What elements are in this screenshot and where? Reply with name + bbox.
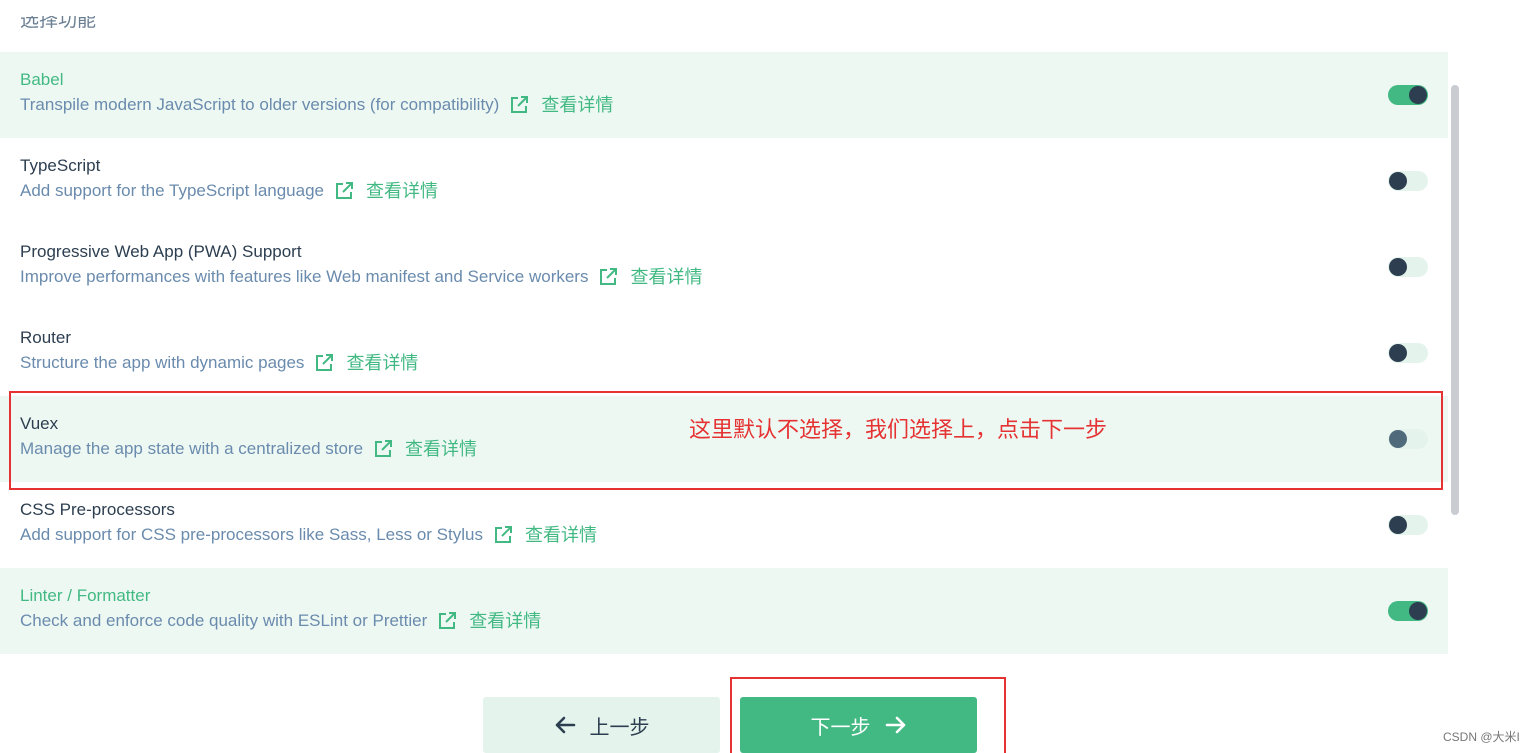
external-link-icon[interactable] (509, 95, 529, 115)
arrow-right-icon (885, 716, 905, 734)
next-step-label: 下一步 (810, 714, 871, 739)
feature-toggle[interactable] (1388, 515, 1428, 535)
details-link[interactable]: 查看详情 (630, 266, 702, 288)
details-link[interactable]: 查看详情 (525, 524, 597, 546)
watermark: CSDN @大米I (1443, 730, 1520, 744)
feature-router[interactable]: Router Structure the app with dynamic pa… (0, 310, 1448, 396)
feature-description: Transpile modern JavaScript to older ver… (20, 94, 1428, 116)
feature-babel[interactable]: Babel Transpile modern JavaScript to old… (0, 52, 1448, 138)
toggle-knob (1389, 172, 1407, 190)
details-link[interactable]: 查看详情 (469, 610, 541, 632)
feature-toggle[interactable] (1388, 343, 1428, 363)
feature-pwa[interactable]: Progressive Web App (PWA) Support Improv… (0, 224, 1448, 310)
feature-description: Add support for CSS pre-processors like … (20, 524, 1428, 546)
next-step-button[interactable]: 下一步 (740, 697, 977, 753)
feature-description-text: Add support for the TypeScript language (20, 181, 324, 200)
details-link[interactable]: 查看详情 (366, 180, 438, 202)
external-link-icon[interactable] (598, 267, 618, 287)
feature-name: CSS Pre-processors (20, 500, 175, 519)
external-link-icon[interactable] (314, 353, 334, 373)
feature-toggle[interactable] (1388, 171, 1428, 191)
feature-name: Babel (20, 70, 64, 89)
feature-list: Babel Transpile modern JavaScript to old… (0, 52, 1448, 654)
feature-description-text: Add support for CSS pre-processors like … (20, 525, 483, 544)
details-link[interactable]: 查看详情 (541, 94, 613, 116)
feature-toggle[interactable] (1388, 257, 1428, 277)
feature-toggle[interactable] (1388, 85, 1428, 105)
toggle-knob (1389, 258, 1407, 276)
feature-typescript[interactable]: TypeScript Add support for the TypeScrip… (0, 138, 1448, 224)
feature-toggle[interactable] (1388, 601, 1428, 621)
feature-description: Structure the app with dynamic pages 查看详… (20, 352, 1428, 374)
toggle-knob (1409, 602, 1427, 620)
feature-description-text: Structure the app with dynamic pages (20, 353, 305, 372)
feature-name: Progressive Web App (PWA) Support (20, 242, 302, 261)
feature-description-text: Check and enforce code quality with ESLi… (20, 611, 428, 630)
feature-description-text: Transpile modern JavaScript to older ver… (20, 95, 500, 114)
details-link[interactable]: 查看详情 (346, 352, 418, 374)
toggle-knob (1409, 86, 1427, 104)
feature-name: TypeScript (20, 156, 101, 175)
toggle-knob (1389, 516, 1407, 534)
feature-name: Linter / Formatter (20, 586, 151, 605)
previous-step-button[interactable]: 上一步 (483, 697, 720, 753)
section-title: 选择功能 (20, 10, 97, 31)
arrow-left-icon (555, 716, 575, 734)
scrollbar-thumb[interactable] (1451, 85, 1459, 515)
toggle-knob (1389, 344, 1407, 362)
feature-description: Check and enforce code quality with ESLi… (20, 610, 1428, 632)
feature-linter[interactable]: Linter / Formatter Check and enforce cod… (0, 568, 1448, 654)
external-link-icon[interactable] (493, 525, 513, 545)
feature-css-preprocessors[interactable]: CSS Pre-processors Add support for CSS p… (0, 482, 1448, 568)
annotation-text: 这里默认不选择，我们选择上，点击下一步 (689, 418, 1108, 443)
feature-description: Improve performances with features like … (20, 266, 1428, 288)
external-link-icon[interactable] (437, 611, 457, 631)
feature-name: Router (20, 328, 72, 347)
feature-description: Add support for the TypeScript language … (20, 180, 1428, 202)
external-link-icon[interactable] (334, 181, 354, 201)
previous-step-label: 上一步 (589, 714, 650, 739)
feature-description-text: Improve performances with features like … (20, 267, 589, 286)
